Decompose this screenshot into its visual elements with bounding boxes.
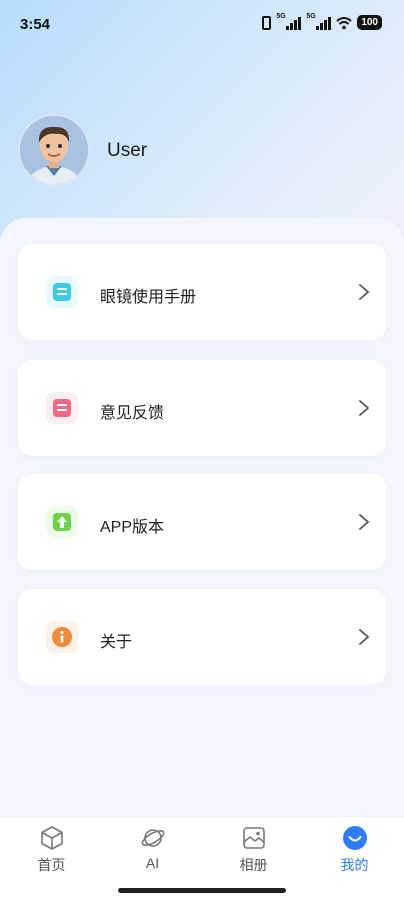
info-icon: [46, 621, 78, 653]
tab-label: AI: [145, 855, 160, 871]
cube-icon: [40, 826, 63, 850]
album-icon: [242, 827, 265, 849]
battery-indicator: 100: [357, 15, 382, 30]
avatar[interactable]: [18, 114, 90, 186]
tab-label: 我的: [340, 857, 369, 873]
wifi-icon: [336, 16, 352, 29]
menu-item-label: 眼镜使用手册: [100, 289, 197, 306]
chevron-right-icon: [359, 629, 370, 645]
status-icons: 5G 5G 100: [262, 12, 382, 30]
feedback-icon: [46, 392, 78, 424]
signal-icon: 5G: [276, 12, 302, 30]
menu-item-label: 关于: [100, 634, 133, 651]
menu-item-app-version[interactable]: APP版本: [18, 474, 386, 570]
smile-icon: [342, 826, 367, 850]
tab-album[interactable]: 相册: [203, 825, 304, 885]
chevron-right-icon: [359, 400, 370, 416]
menu-item-user-manual[interactable]: 眼镜使用手册: [18, 244, 386, 340]
manual-icon: [46, 276, 78, 308]
avatar-illustration: [20, 116, 88, 184]
version-icon: [46, 506, 78, 538]
tab-label: 相册: [239, 857, 268, 873]
menu-item-feedback[interactable]: 意见反馈: [18, 360, 386, 456]
status-bar: 3:54 5G 5G 100: [0, 0, 404, 48]
menu-item-label: APP版本: [100, 519, 165, 536]
signal-icon-secondary: 5G: [306, 12, 332, 30]
tab-home[interactable]: 首页: [1, 825, 102, 885]
username[interactable]: User: [107, 140, 147, 162]
tab-ai[interactable]: AI: [102, 825, 203, 885]
menu-item-about[interactable]: 关于: [18, 589, 386, 685]
tab-mine[interactable]: 我的: [304, 825, 404, 885]
status-time: 3:54: [20, 16, 51, 33]
chevron-right-icon: [359, 514, 370, 530]
network-type-label-secondary: 5G: [306, 12, 316, 20]
menu-item-label: 意见反馈: [100, 405, 165, 422]
network-type-label: 5G: [276, 12, 286, 20]
chevron-right-icon: [359, 284, 370, 300]
planet-icon: [141, 829, 164, 847]
tab-label: 首页: [37, 857, 66, 873]
home-indicator: [118, 888, 286, 893]
vibrate-icon: [262, 15, 272, 30]
